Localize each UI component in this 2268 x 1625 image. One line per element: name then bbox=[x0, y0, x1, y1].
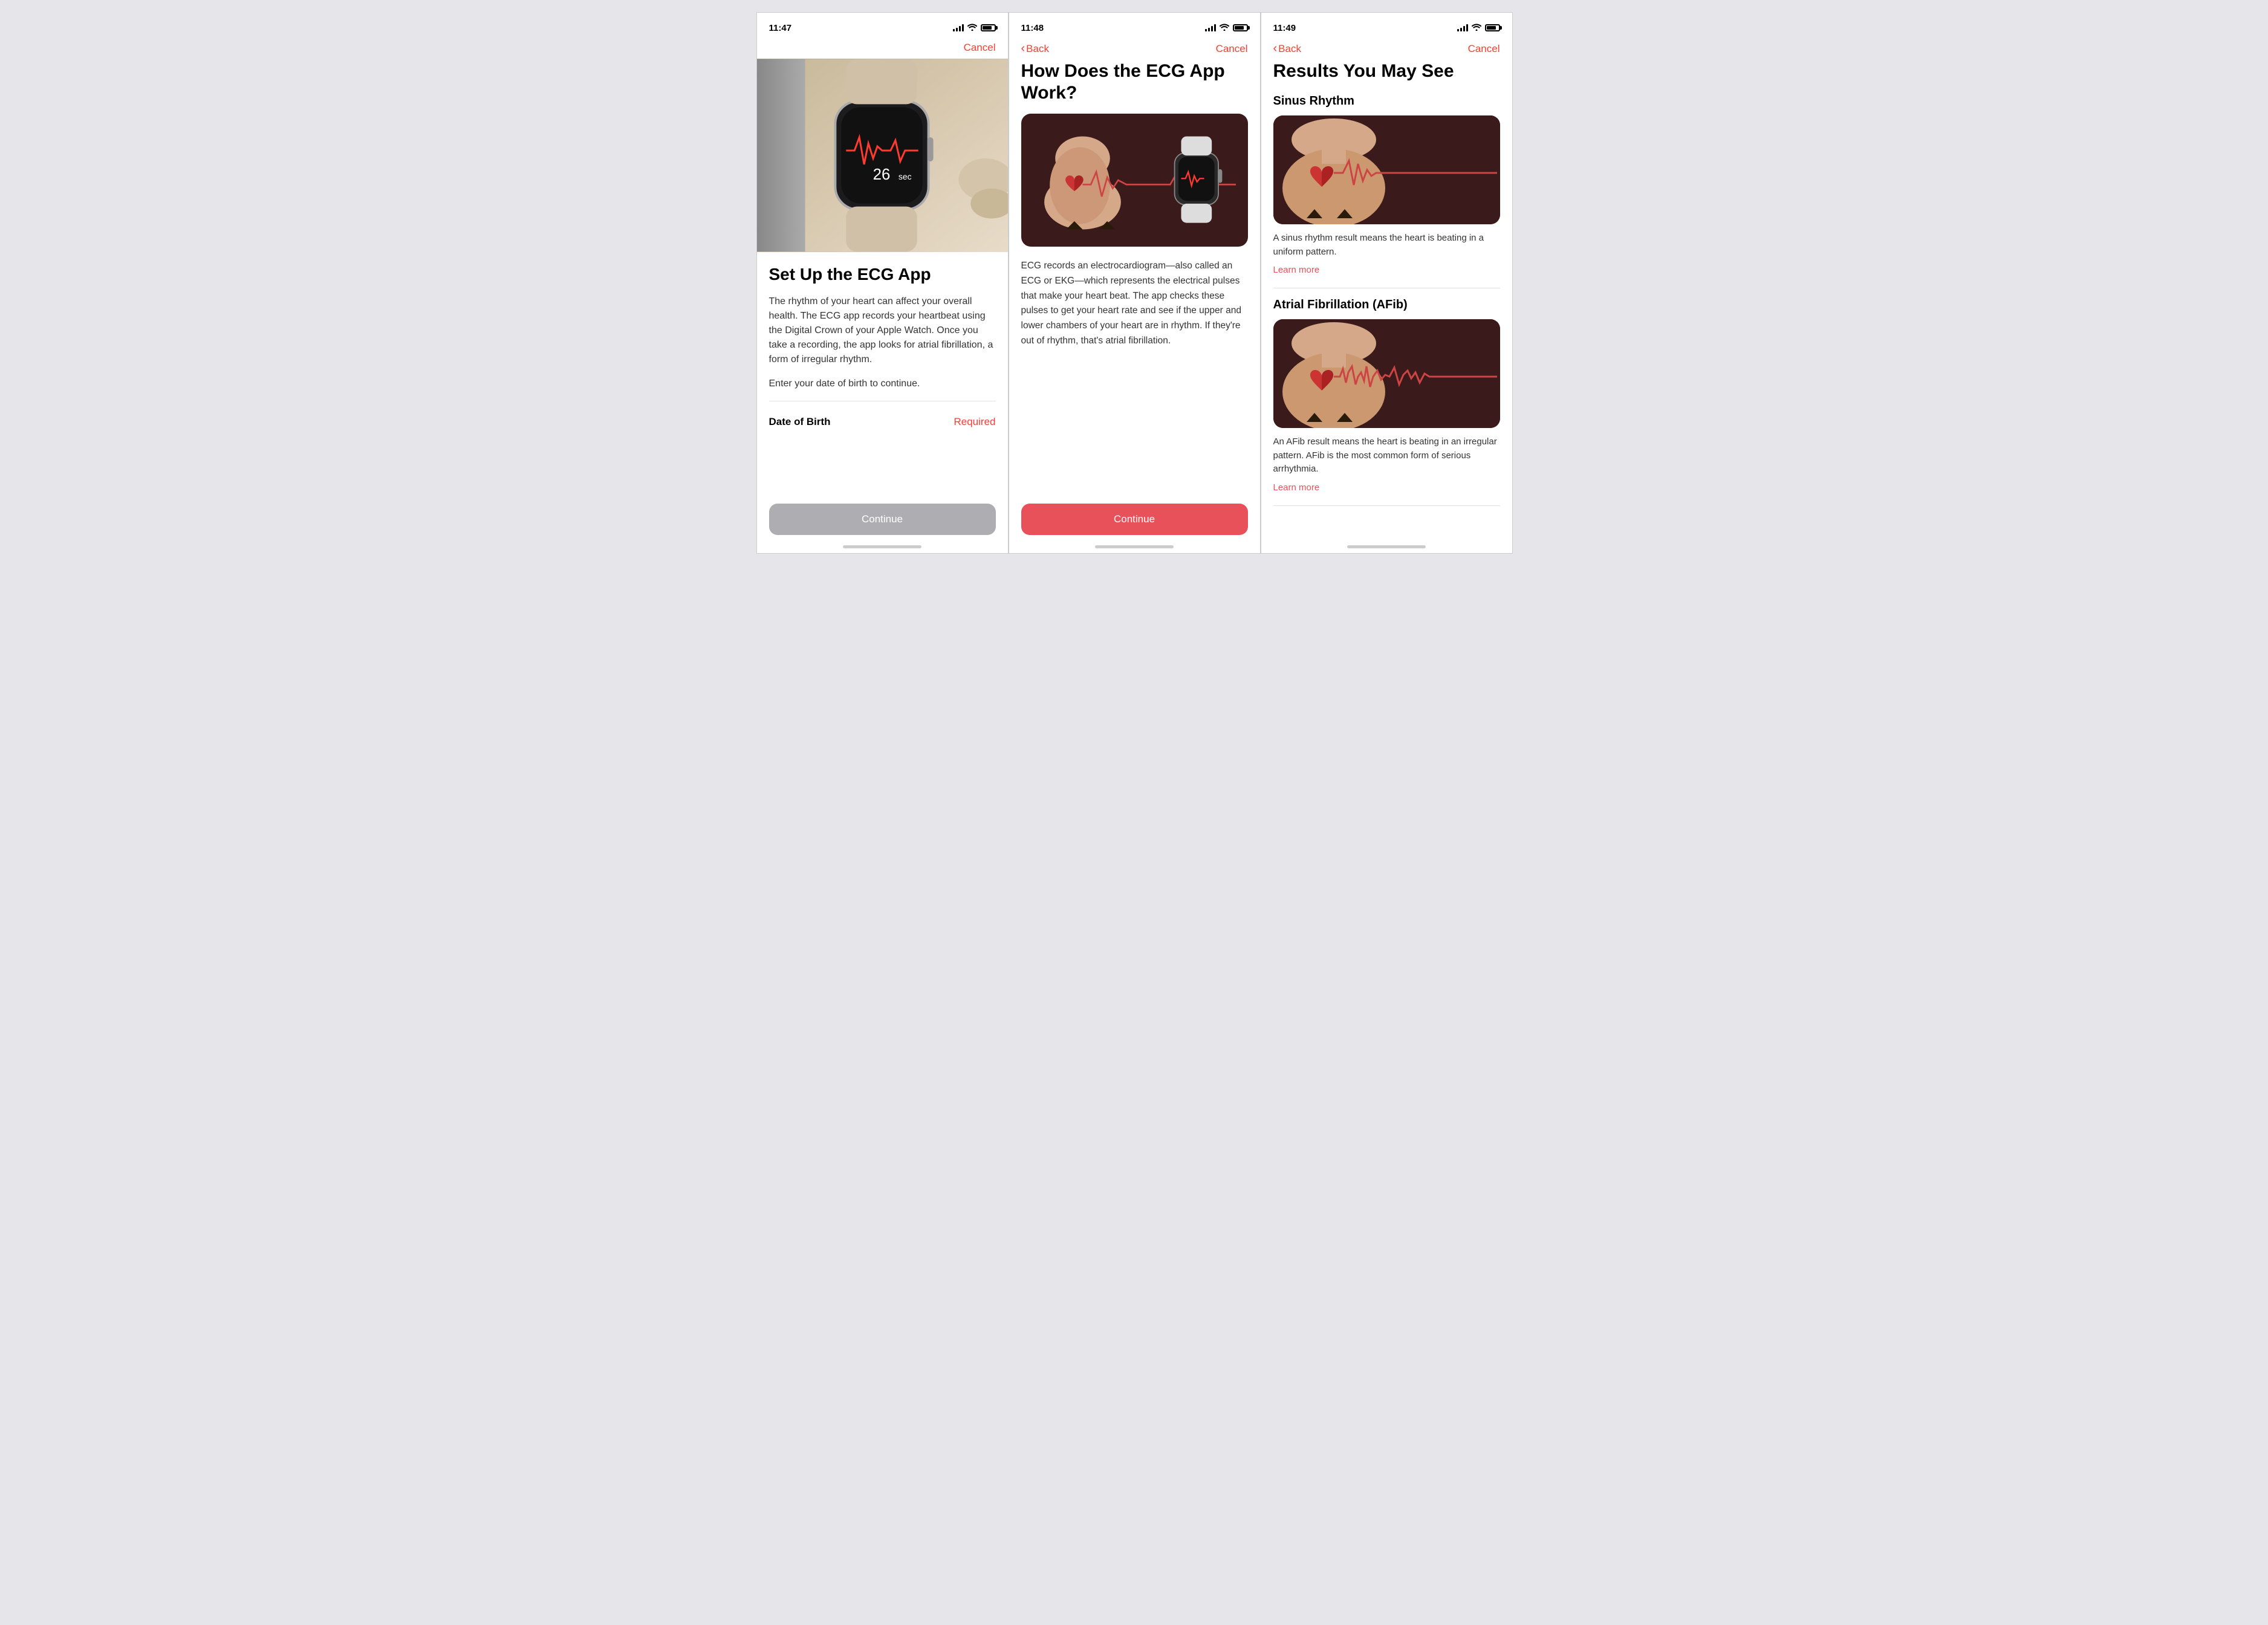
signal-bar-1 bbox=[953, 29, 955, 31]
hero-svg-1: 26 sec bbox=[757, 59, 1008, 252]
signal-bar-10 bbox=[1460, 28, 1462, 31]
nav-bar-2: ‹ Back Cancel bbox=[1009, 39, 1260, 60]
cancel-button-2[interactable]: Cancel bbox=[1216, 43, 1248, 55]
status-bar-1: 11:47 bbox=[757, 13, 1008, 39]
signal-bar-4 bbox=[962, 24, 964, 31]
screen1-content: Set Up the ECG App The rhythm of your he… bbox=[757, 252, 1008, 445]
wifi-icon-1 bbox=[967, 24, 977, 33]
sinus-illustration bbox=[1273, 115, 1500, 224]
hero-image-1: 26 sec bbox=[757, 59, 1008, 252]
back-chevron-3: ‹ bbox=[1273, 42, 1278, 56]
screen2-body: ECG records an electrocardiogram—also ca… bbox=[1009, 259, 1260, 349]
continue-btn-container-1: Continue bbox=[769, 504, 996, 535]
home-indicator-3 bbox=[1347, 545, 1426, 548]
svg-text:sec: sec bbox=[898, 172, 911, 181]
wifi-icon-2 bbox=[1220, 24, 1229, 33]
continue-button-2[interactable]: Continue bbox=[1021, 504, 1248, 535]
status-bar-2: 11:48 bbox=[1009, 13, 1260, 39]
signal-bar-3 bbox=[959, 26, 961, 31]
afib-title: Atrial Fibrillation (AFib) bbox=[1273, 298, 1500, 312]
screen-1: 11:47 bbox=[756, 12, 1009, 554]
battery-icon-3 bbox=[1485, 24, 1500, 31]
status-icons-2 bbox=[1205, 24, 1248, 33]
battery-icon-1 bbox=[981, 24, 996, 31]
sinus-description: A sinus rhythm result means the heart is… bbox=[1273, 232, 1500, 259]
status-time-3: 11:49 bbox=[1273, 23, 1296, 33]
afib-image bbox=[1273, 319, 1500, 428]
how-image bbox=[1021, 114, 1248, 247]
status-time-2: 11:48 bbox=[1021, 23, 1044, 33]
signal-bar-2 bbox=[956, 28, 958, 31]
signal-bar-6 bbox=[1208, 28, 1210, 31]
back-label-2: Back bbox=[1026, 43, 1049, 55]
screen1-title: Set Up the ECG App bbox=[769, 264, 996, 285]
result-section-sinus: Sinus Rhythm bbox=[1261, 94, 1512, 276]
screens-container: 11:47 bbox=[756, 12, 1512, 554]
screen1-prompt: Enter your date of birth to continue. bbox=[769, 377, 996, 391]
screen1-body: The rhythm of your heart can affect your… bbox=[769, 294, 996, 367]
battery-fill-2 bbox=[1235, 26, 1244, 30]
sinus-image bbox=[1273, 115, 1500, 224]
afib-illustration bbox=[1273, 319, 1500, 428]
signal-bar-7 bbox=[1211, 26, 1213, 31]
battery-fill-1 bbox=[983, 26, 992, 30]
wifi-icon-3 bbox=[1472, 24, 1481, 33]
sinus-learn-more[interactable]: Learn more bbox=[1273, 265, 1320, 275]
signal-bar-11 bbox=[1463, 26, 1465, 31]
signal-bars-2 bbox=[1205, 24, 1216, 31]
svg-text:26: 26 bbox=[872, 166, 890, 183]
sinus-title: Sinus Rhythm bbox=[1273, 94, 1500, 108]
signal-bars-3 bbox=[1457, 24, 1468, 31]
home-indicator-1 bbox=[843, 545, 921, 548]
continue-button-1[interactable]: Continue bbox=[769, 504, 996, 535]
dob-section: Date of Birth Required bbox=[769, 401, 996, 433]
status-icons-1 bbox=[953, 24, 996, 33]
signal-bars-1 bbox=[953, 24, 964, 31]
continue-btn-container-2: Continue bbox=[1021, 504, 1248, 535]
back-button-3[interactable]: ‹ Back bbox=[1273, 42, 1301, 56]
screen3-title: Results You May See bbox=[1261, 60, 1512, 82]
nav-bar-3: ‹ Back Cancel bbox=[1261, 39, 1512, 60]
signal-bar-8 bbox=[1214, 24, 1216, 31]
screen-2: 11:48 bbox=[1009, 12, 1261, 554]
nav-bar-1: Cancel bbox=[757, 39, 1008, 59]
signal-bar-12 bbox=[1466, 24, 1468, 31]
back-label-3: Back bbox=[1278, 43, 1301, 55]
battery-icon-2 bbox=[1233, 24, 1248, 31]
divider-2 bbox=[1273, 505, 1500, 506]
dob-required: Required bbox=[954, 416, 996, 428]
battery-fill-3 bbox=[1487, 26, 1496, 30]
afib-description: An AFib result means the heart is beatin… bbox=[1273, 435, 1500, 476]
home-indicator-2 bbox=[1095, 545, 1174, 548]
dob-row: Date of Birth Required bbox=[769, 411, 996, 433]
result-section-afib: Atrial Fibrillation (AFib) bbox=[1261, 298, 1512, 493]
status-bar-3: 11:49 bbox=[1261, 13, 1512, 39]
afib-learn-more[interactable]: Learn more bbox=[1273, 482, 1320, 493]
dob-label: Date of Birth bbox=[769, 416, 831, 428]
screen-3: 11:49 bbox=[1261, 12, 1513, 554]
status-time-1: 11:47 bbox=[769, 23, 792, 33]
cancel-button-3[interactable]: Cancel bbox=[1468, 43, 1500, 55]
cancel-button-1[interactable]: Cancel bbox=[964, 42, 996, 54]
signal-bar-9 bbox=[1457, 29, 1459, 31]
screen2-title: How Does the ECG App Work? bbox=[1009, 60, 1260, 104]
back-button-2[interactable]: ‹ Back bbox=[1021, 42, 1049, 56]
how-illustration bbox=[1033, 120, 1236, 241]
signal-bar-5 bbox=[1205, 29, 1207, 31]
back-chevron-2: ‹ bbox=[1021, 42, 1025, 56]
status-icons-3 bbox=[1457, 24, 1500, 33]
